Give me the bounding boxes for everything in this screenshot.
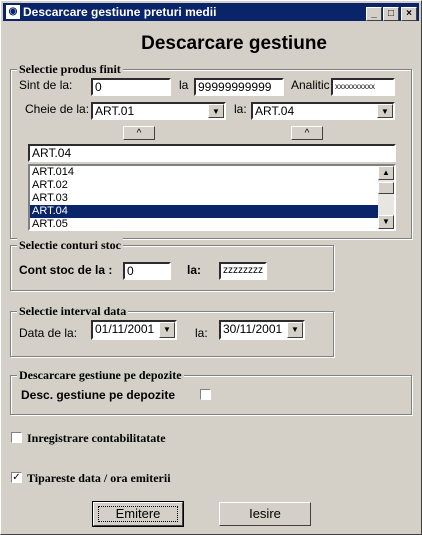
cheie-to-up-button[interactable]: ^ (291, 126, 323, 140)
tipareste-label: Tipareste data / ora emiterii (27, 471, 171, 485)
articles-listbox[interactable]: ART.014 ART.02 ART.03 ART.04 ART.05 ▲ ▼ (28, 164, 396, 231)
list-scrollbar[interactable]: ▲ ▼ (378, 166, 394, 229)
list-item[interactable]: ART.04 (30, 205, 394, 218)
focus-rect (98, 506, 178, 522)
cheie-to-value: ART.04 (255, 104, 295, 118)
cheie-to-combo[interactable]: ART.04 ▼ (251, 102, 395, 120)
conturi-group-title: Selectie conturi stoc (17, 238, 123, 253)
cont-label: Cont stoc de la : (19, 263, 113, 277)
cheie-from-value: ART.01 (95, 104, 135, 118)
depozite-check-label: Desc. gestiune pe depozite (21, 388, 176, 402)
scroll-thumb[interactable] (378, 182, 394, 194)
data-label: Data de la: (19, 326, 78, 340)
cheie-la-label: la: (234, 102, 247, 116)
scroll-up-icon[interactable]: ▲ (378, 166, 394, 180)
date-la-label: la: (195, 326, 208, 340)
list-item[interactable]: ART.014 (30, 166, 394, 179)
main-window: ◉ Descarcare gestiune preturi medii _ □ … (0, 0, 422, 535)
list-item[interactable]: ART.03 (30, 192, 394, 205)
list-item[interactable]: ART.05 (30, 218, 394, 229)
scroll-down-icon[interactable]: ▼ (378, 215, 394, 229)
iesire-button[interactable]: Iesire (219, 502, 311, 526)
inregistrare-checkbox[interactable] (11, 432, 22, 443)
chevron-down-icon[interactable]: ▼ (377, 104, 393, 118)
chevron-down-icon[interactable]: ▼ (208, 104, 224, 118)
sint-to-input[interactable]: 99999999999 (194, 78, 284, 96)
sint-label: Sint de la: (19, 78, 73, 92)
close-button[interactable]: × (401, 7, 417, 21)
cont-from-input[interactable]: 0 (123, 262, 171, 280)
maximize-button[interactable]: □ (383, 7, 399, 21)
interval-group-title: Selectie interval data (17, 304, 129, 319)
list-item[interactable]: ART.02 (30, 179, 394, 192)
cheie-label: Cheie de la: (25, 102, 90, 116)
analitic-label: Analitic (291, 78, 330, 92)
produs-group-title: Selectie produs finit (17, 62, 123, 77)
cont-la-label: la: (187, 263, 202, 277)
title-bar[interactable]: ◉ Descarcare gestiune preturi medii _ □ … (3, 3, 419, 21)
chevron-down-icon[interactable]: ▼ (287, 322, 303, 338)
date-from-value: 01/11/2001 (95, 322, 155, 336)
iesire-button-label: Iesire (249, 506, 281, 521)
cheie-from-combo[interactable]: ART.01 ▼ (91, 102, 226, 120)
window-title: Descarcare gestiune preturi medii (23, 5, 217, 19)
sint-la-label: la (179, 78, 189, 92)
date-to-value: 30/11/2001 (223, 322, 283, 336)
sint-from-input[interactable]: 0 (91, 78, 171, 96)
cont-to-input[interactable]: zzzzzzzz (219, 262, 267, 280)
search-input[interactable]: ART.04 (28, 144, 396, 162)
tipareste-checkbox[interactable]: ✓ (11, 472, 22, 483)
cheie-from-up-button[interactable]: ^ (123, 126, 155, 140)
emitere-button[interactable]: Emitere (92, 501, 184, 527)
page-title: Descarcare gestiune (141, 33, 327, 54)
chevron-down-icon[interactable]: ▼ (159, 322, 175, 338)
date-to-combo[interactable]: 30/11/2001 ▼ (219, 320, 305, 340)
inregistrare-label: Inregistrare contabilitatate (27, 431, 166, 445)
depozite-group-title: Descarcare gestiune pe depozite (17, 368, 184, 383)
depozite-checkbox[interactable] (200, 389, 211, 400)
analitic-input[interactable]: xxxxxxxxxx (331, 78, 395, 96)
app-icon[interactable]: ◉ (6, 5, 20, 19)
minimize-button[interactable]: _ (366, 7, 382, 21)
date-from-combo[interactable]: 01/11/2001 ▼ (91, 320, 177, 340)
